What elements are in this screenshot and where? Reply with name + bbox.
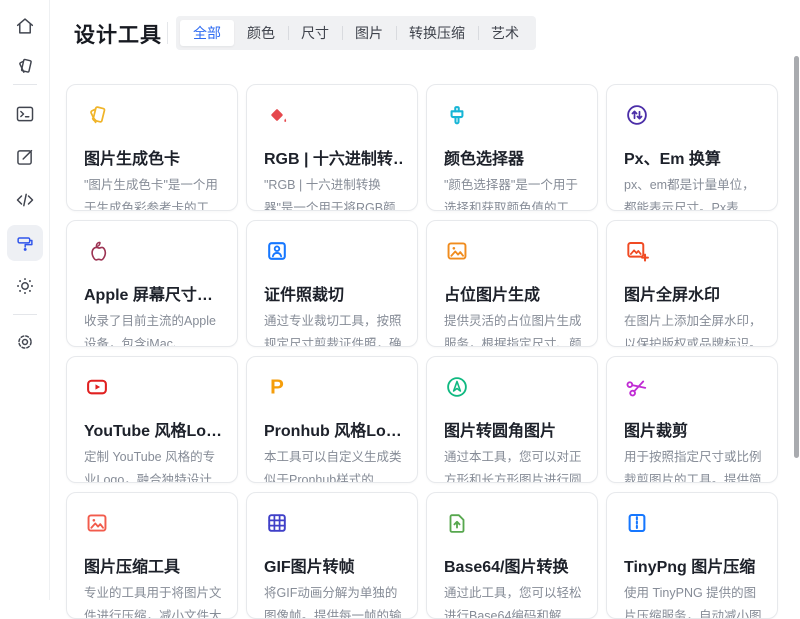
terminal-icon — [14, 103, 36, 125]
tool-card-description: 定制 YouTube 风格的专业Logo，融合独特设计元… — [84, 446, 222, 483]
tool-card-title: GIF图片转帧 — [264, 553, 402, 577]
tool-card[interactable]: RGB | 十六进制转… "RGB | 十六进制转换器"是一个用于将RGB颜色值和… — [246, 84, 418, 211]
tool-card-title: RGB | 十六进制转… — [264, 145, 402, 169]
tool-card-title: 颜色选择器 — [444, 145, 582, 169]
tool-card-description: 通过此工具，您可以轻松进行Base64编码和解码，实… — [444, 582, 582, 619]
sidebar-item-design-tools[interactable] — [7, 225, 43, 261]
tool-card-title: YouTube 风格Lo… — [84, 417, 222, 441]
sidebar-item-code[interactable] — [7, 182, 43, 218]
tab-1[interactable]: 颜色 — [234, 20, 288, 46]
tab-all[interactable]: 全部 — [180, 20, 234, 46]
tool-card-description: "图片生成色卡"是一个用于生成色彩参考卡的工具。… — [84, 174, 222, 211]
tab-4[interactable]: 转换压缩 — [396, 20, 478, 46]
sidebar-item-brightness[interactable] — [7, 268, 43, 304]
zip-file-icon — [624, 510, 650, 536]
tool-card[interactable]: 图片裁剪用于按照指定尺寸或比例裁剪图片的工具。提供简便… — [606, 356, 778, 483]
scissors-icon — [624, 374, 650, 400]
tool-card-description: "RGB | 十六进制转换器"是一个用于将RGB颜色值和… — [264, 174, 402, 211]
tab-3[interactable]: 图片 — [342, 20, 396, 46]
tool-card-description: 用于按照指定尺寸或比例裁剪图片的工具。提供简便… — [624, 446, 762, 483]
tool-card-description: 使用 TinyPNG 提供的图片压缩服务，自动减小图像… — [624, 582, 762, 619]
tool-card-title: 图片压缩工具 — [84, 553, 222, 577]
grid-frames-icon — [264, 510, 290, 536]
sidebar-item-compose[interactable] — [7, 139, 43, 175]
tool-card-description: "颜色选择器"是一个用于选择和获取颜色值的工具。… — [444, 174, 582, 211]
tool-card-description: 提供灵活的占位图片生成服务，根据指定尺寸、颜色… — [444, 310, 582, 347]
sidebar — [0, 0, 50, 600]
tab-2[interactable]: 尺寸 — [288, 20, 342, 46]
color-picker-icon — [444, 102, 470, 128]
tool-card-title: 证件照裁切 — [264, 281, 402, 305]
tool-card[interactable]: 证件照裁切通过专业裁切工具，按照规定尺寸剪裁证件照，确保… — [246, 220, 418, 347]
tool-card-description: px、em都是计量单位，都能表示尺寸。Px表示"绝… — [624, 174, 762, 211]
compose-icon — [14, 146, 36, 168]
sidebar-item-terminal[interactable] — [7, 96, 43, 132]
tool-card[interactable]: P Pronhub 风格Lo… 本工具可以自定义生成类似于Pronhub样式的Log… — [246, 356, 418, 483]
tool-card-title: Pronhub 风格Lo… — [264, 417, 402, 441]
code-icon — [14, 189, 36, 211]
apple-icon — [84, 238, 110, 264]
tool-card[interactable]: Px、Em 换算 px、em都是计量单位，都能表示尺寸。Px表示"绝… — [606, 84, 778, 211]
tool-card-description: 本工具可以自定义生成类似于Pronhub样式的Logo，… — [264, 446, 402, 483]
svg-text:P: P — [270, 375, 284, 398]
tool-card[interactable]: 颜色选择器 "颜色选择器"是一个用于选择和获取颜色值的工具。… — [426, 84, 598, 211]
sidebar-item-home[interactable] — [7, 8, 43, 44]
tool-card-title: Base64/图片转换 — [444, 553, 582, 577]
px-em-icon — [624, 102, 650, 128]
sidebar-item-settings[interactable] — [7, 324, 43, 360]
tool-card-description: 通过专业裁切工具，按照规定尺寸剪裁证件照，确保… — [264, 310, 402, 347]
tool-card-title: 图片转圆角图片 — [444, 417, 582, 441]
tool-card-title: TinyPng 图片压缩 — [624, 553, 762, 577]
tool-card[interactable]: 占位图片生成提供灵活的占位图片生成服务，根据指定尺寸、颜色… — [426, 220, 598, 347]
tool-card-description: 在图片上添加全屏水印，以保护版权或品牌标识。水… — [624, 310, 762, 347]
brightness-icon — [14, 275, 36, 297]
sidebar-divider — [13, 84, 37, 85]
scrollbar-thumb[interactable] — [794, 56, 799, 458]
title-divider — [167, 22, 168, 44]
round-corner-icon — [444, 374, 470, 400]
tool-card[interactable]: 图片转圆角图片通过本工具，您可以对正方形和长方形图片进行圆角… — [426, 356, 598, 483]
cards-stack-icon — [14, 55, 36, 77]
sidebar-divider — [13, 314, 37, 315]
image-icon — [444, 238, 470, 264]
tool-card[interactable]: YouTube 风格Lo… 定制 YouTube 风格的专业Logo，融合独特设计… — [66, 356, 238, 483]
tool-card-description: 专业的工具用于将图片文件进行压缩，减小文件大小… — [84, 582, 222, 619]
sidebar-item-cards-stack[interactable] — [7, 48, 43, 84]
id-photo-icon — [264, 238, 290, 264]
tool-card-description: 收录了目前主流的Apple设备，包含iMac、… — [84, 310, 222, 347]
tool-card[interactable]: 图片全屏水印在图片上添加全屏水印，以保护版权或品牌标识。水… — [606, 220, 778, 347]
tool-card[interactable]: Apple 屏幕尺寸… 收录了目前主流的Apple设备，包含iMac、… — [66, 220, 238, 347]
category-tabs: 全部颜色尺寸图片转换压缩艺术 — [176, 16, 536, 50]
tools-grid: 图片生成色卡 "图片生成色卡"是一个用于生成色彩参考卡的工具。… RGB | 十六进… — [66, 84, 778, 619]
tool-card-title: Px、Em 换算 — [624, 145, 762, 169]
tool-card-title: 占位图片生成 — [444, 281, 582, 305]
design-tools-icon — [14, 232, 36, 254]
tool-card-description: 将GIF动画分解为单独的图像帧。提供每一帧的输出… — [264, 582, 402, 619]
tool-card-description: 通过本工具，您可以对正方形和长方形图片进行圆角… — [444, 446, 582, 483]
color-cards-icon — [84, 102, 110, 128]
tool-card-title: 图片裁剪 — [624, 417, 762, 441]
image-plus-icon — [624, 238, 650, 264]
tool-card-title: 图片全屏水印 — [624, 281, 762, 305]
settings-icon — [14, 331, 36, 353]
home-icon — [14, 15, 36, 37]
image-icon — [84, 510, 110, 536]
tool-card[interactable]: 图片生成色卡 "图片生成色卡"是一个用于生成色彩参考卡的工具。… — [66, 84, 238, 211]
tool-card-title: Apple 屏幕尺寸… — [84, 281, 222, 305]
page-title: 设计工具 — [74, 19, 162, 49]
youtube-icon — [84, 374, 110, 400]
tool-card-title: 图片生成色卡 — [84, 145, 222, 169]
letter-p-icon: P — [264, 374, 290, 400]
file-upload-icon — [444, 510, 470, 536]
tab-5[interactable]: 艺术 — [478, 20, 532, 46]
paint-bucket-icon — [264, 102, 290, 128]
